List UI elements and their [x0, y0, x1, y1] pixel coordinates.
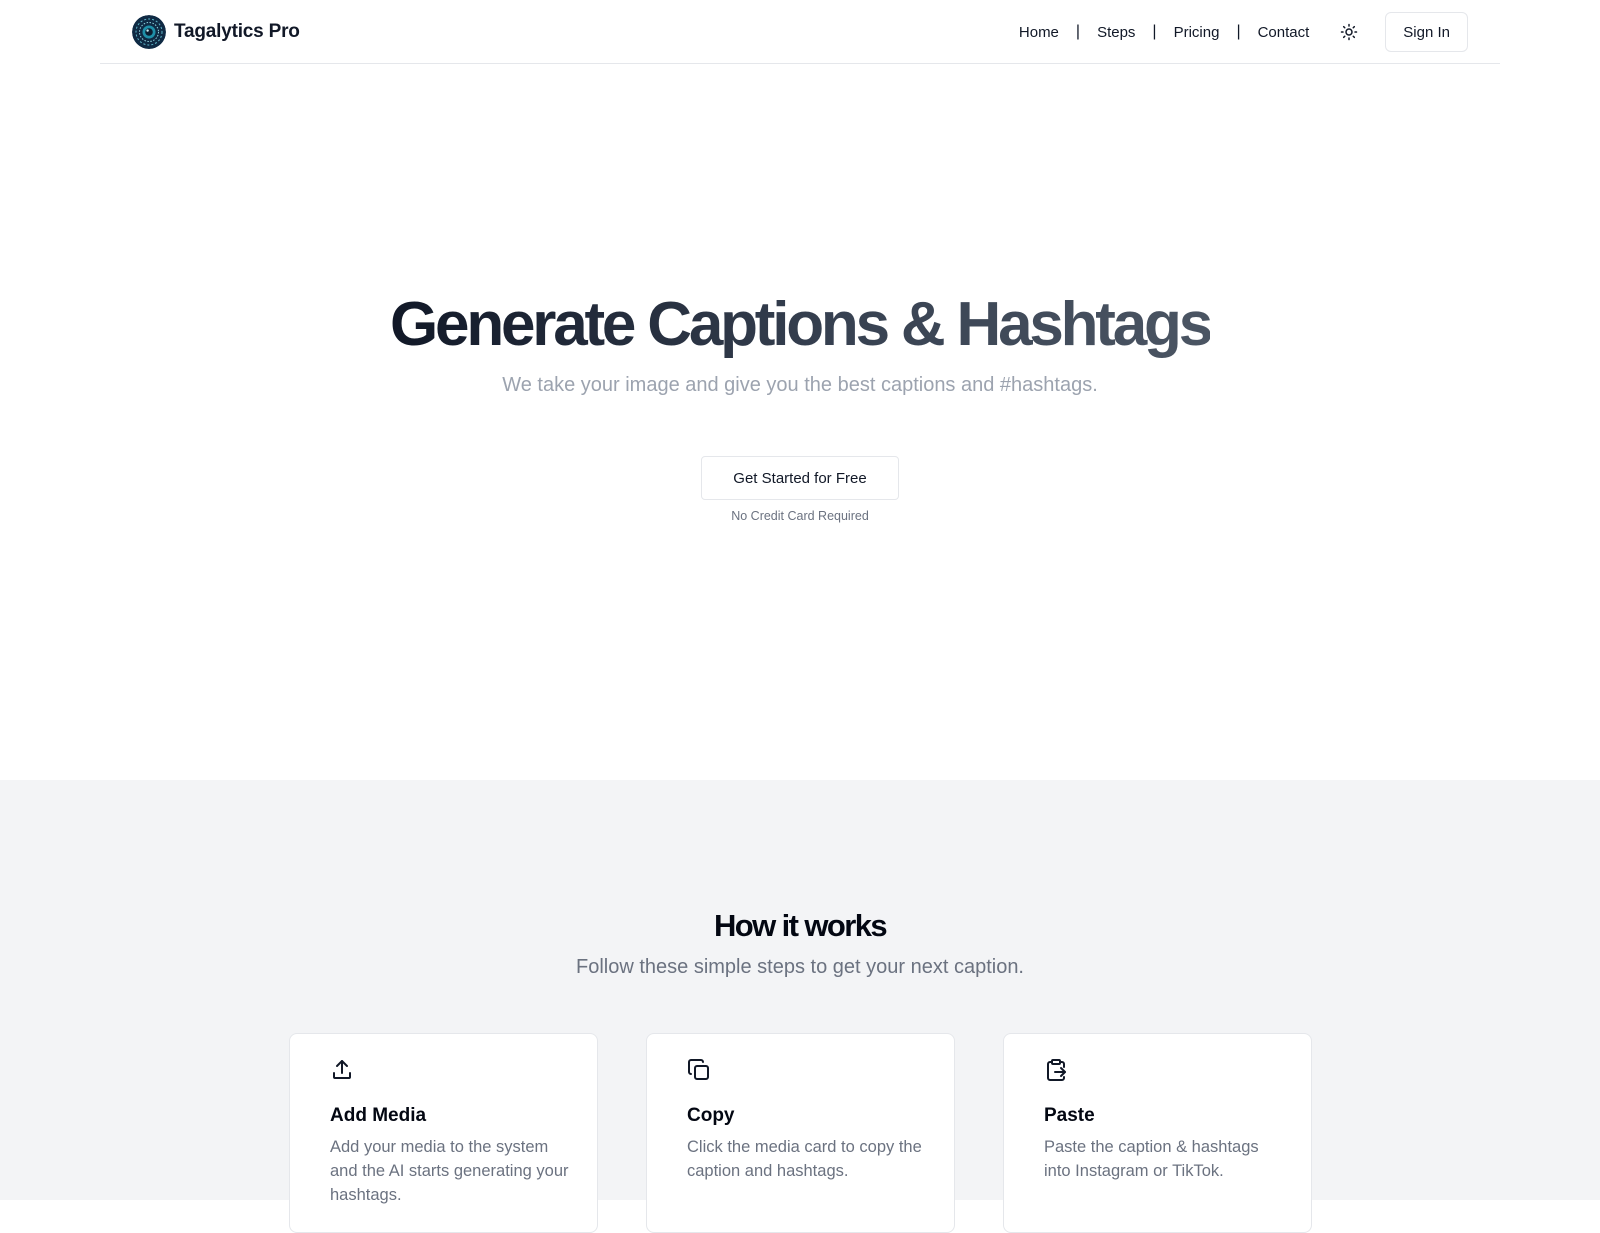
step-title: Add Media: [330, 1105, 427, 1126]
sign-in-button[interactable]: Sign In: [1385, 12, 1468, 52]
step-description: Paste the caption & hashtags into Instag…: [1044, 1138, 1259, 1180]
nav-separator: |: [1236, 23, 1241, 40]
upload-icon: [333, 1060, 351, 1079]
main-nav: Home | Steps | Pricing | Contact Sign In: [1019, 12, 1468, 52]
hero-title-text: Generate Captions & Hashtags: [390, 290, 1213, 359]
circuit-eye-logo-icon: [132, 15, 166, 49]
theme-toggle-button[interactable]: [1331, 14, 1367, 50]
step-title: Paste: [1044, 1105, 1095, 1126]
step-description: Add your media to the system and the AI …: [330, 1138, 569, 1204]
site-header: Tagalytics Pro Home | Steps | Pricing | …: [100, 0, 1500, 64]
copy-icon: [688, 1059, 709, 1080]
nav-separator: |: [1152, 23, 1157, 40]
hero-subtitle: We take your image and give you the best…: [502, 374, 1098, 396]
hero-section: Generate Captions & Hashtags We take you…: [0, 65, 1600, 780]
step-description: Click the media card to copy the caption…: [687, 1138, 922, 1180]
get-started-button[interactable]: Get Started for Free: [701, 456, 899, 500]
nav-separator: |: [1075, 23, 1081, 40]
step-title: Copy: [687, 1105, 735, 1126]
nav-steps[interactable]: Steps: [1097, 24, 1135, 41]
nav-pricing[interactable]: Pricing: [1174, 24, 1220, 41]
sun-icon: [1341, 23, 1358, 41]
clipboard-paste-icon: [1047, 1059, 1066, 1081]
cta-note: No Credit Card Required: [731, 509, 869, 523]
section-subtitle: Follow these simple steps to get your ne…: [575, 956, 1024, 978]
nav-contact[interactable]: Contact: [1258, 24, 1310, 41]
brand-name: Tagalytics Pro: [174, 21, 300, 42]
step-card-add-media: Add Media Add your media to the system a…: [289, 1033, 598, 1233]
section-title: How it works: [714, 908, 888, 943]
hero-title: Generate Captions & Hashtags: [0, 290, 1600, 359]
brand-link[interactable]: Tagalytics Pro: [132, 15, 300, 49]
how-it-works-section: How it works Follow these simple steps t…: [0, 780, 1600, 1233]
nav-home[interactable]: Home: [1019, 24, 1059, 41]
step-card-paste: Paste Paste the caption & hashtags into …: [1003, 1033, 1312, 1233]
step-card-copy: Copy Click the media card to copy the ca…: [646, 1033, 955, 1233]
